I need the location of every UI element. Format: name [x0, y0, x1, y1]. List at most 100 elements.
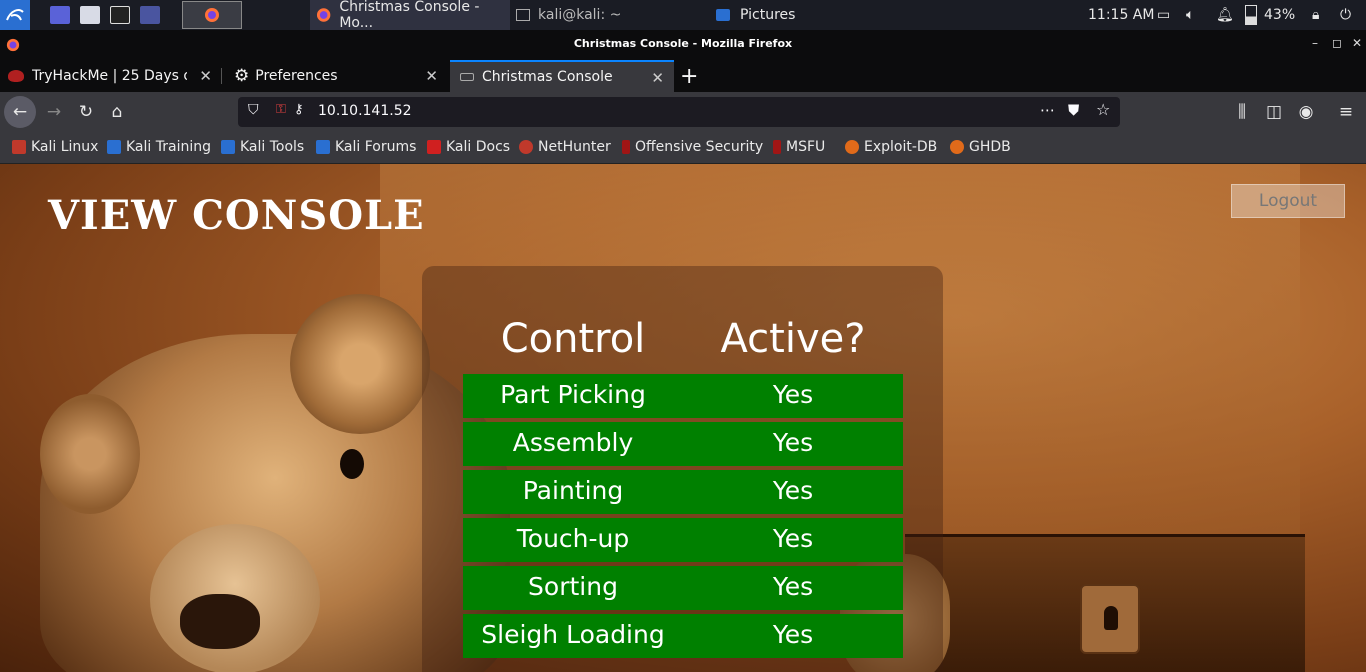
tab-label: Preferences — [255, 68, 338, 84]
column-header-control: Control — [500, 316, 646, 362]
url-bar[interactable]: ⛉ ⚿ ⚷ 10.10.141.52 ⋯ ⛊ ☆ — [238, 97, 1120, 127]
bookmark-label: Kali Training — [126, 139, 211, 155]
minimize-icon[interactable]: – — [1312, 36, 1318, 50]
library-icon[interactable]: ⫼ — [1226, 96, 1258, 128]
tab-tryhackme[interactable]: TryHackMe | 25 Days of C ✕ — [0, 60, 222, 92]
file-manager-icon[interactable] — [80, 6, 100, 24]
screen-recorder-icon[interactable] — [140, 6, 160, 24]
docs-icon — [427, 140, 441, 154]
kali-icon — [316, 140, 330, 154]
power-icon[interactable]: ⏻ — [1340, 0, 1351, 30]
active-status: Yes — [772, 524, 814, 553]
bookmark-kali-tools[interactable]: Kali Tools — [221, 139, 304, 155]
page-content: VIEW CONSOLE Logout Control Active? Part… — [0, 164, 1366, 672]
menu-icon[interactable]: ≡ — [1330, 96, 1362, 128]
table-row: Touch-up Yes — [463, 518, 903, 562]
active-status: Yes — [772, 572, 814, 601]
offsec-icon — [773, 140, 781, 154]
shield-icon[interactable]: ⛉ — [248, 102, 259, 118]
taskbar-window-label: Pictures — [740, 7, 796, 23]
forward-button[interactable]: → — [38, 96, 70, 128]
bookmark-msfu[interactable]: MSFU — [773, 139, 825, 155]
terminal-icon — [516, 9, 530, 21]
bookmark-label: Kali Forums — [335, 139, 417, 155]
thm-icon — [8, 70, 24, 82]
exploit-db-icon — [845, 140, 859, 154]
background-suitcase-lock — [1080, 584, 1140, 654]
firefox-icon — [316, 8, 331, 22]
tab-strip: TryHackMe | 25 Days of C ✕ ⚙ Preferences… — [0, 60, 1366, 92]
active-status: Yes — [772, 620, 814, 649]
logout-button[interactable]: Logout — [1231, 184, 1345, 218]
bookmark-kali-training[interactable]: Kali Training — [107, 139, 211, 155]
close-window-icon[interactable]: ✕ — [1352, 36, 1362, 50]
bookmark-offensive-security[interactable]: Offensive Security — [622, 139, 763, 155]
folder-icon — [716, 9, 730, 21]
back-button[interactable]: ← — [4, 96, 36, 128]
page-title: VIEW CONSOLE — [48, 192, 425, 239]
url-text[interactable]: 10.10.141.52 — [318, 103, 412, 119]
bookmark-nethunter[interactable]: NetHunter — [519, 139, 611, 155]
offsec-icon — [622, 140, 630, 154]
close-tab-icon[interactable]: ✕ — [651, 69, 664, 87]
bookmark-kali-docs[interactable]: Kali Docs — [427, 139, 510, 155]
window-titlebar: Christmas Console - Mozilla Firefox – ◻ … — [0, 30, 1366, 60]
active-status: Yes — [772, 380, 814, 409]
notification-bell-icon[interactable]: 🔔︎ — [1216, 0, 1234, 30]
page-actions-icon[interactable]: ⋯ — [1040, 101, 1055, 119]
table-row: Sleigh Loading Yes — [463, 614, 903, 658]
control-name: Sleigh Loading — [481, 620, 665, 649]
display-icon[interactable]: ▭ — [1157, 0, 1170, 30]
page-icon — [460, 73, 474, 81]
pocket-icon[interactable]: ⛊ — [1068, 101, 1079, 119]
control-name: Sorting — [528, 572, 618, 601]
table-row: Part Picking Yes — [463, 374, 903, 418]
volume-icon[interactable]: 🔈︎ — [1186, 0, 1194, 30]
ghdb-icon — [950, 140, 964, 154]
nethunter-icon — [519, 140, 533, 154]
lock-icon[interactable]: 🔒︎ — [1312, 0, 1319, 30]
bookmark-exploit-db[interactable]: Exploit-DB — [845, 139, 937, 155]
table-row: Painting Yes — [463, 470, 903, 514]
control-name: Painting — [522, 476, 624, 505]
taskbar-window-firefox[interactable]: Christmas Console - Mo... — [310, 0, 510, 31]
background-bear-nose — [180, 594, 260, 649]
key-icon[interactable]: ⚷ — [294, 102, 304, 117]
tab-label: TryHackMe | 25 Days of C — [32, 68, 187, 84]
taskbar-window-pictures[interactable]: Pictures — [712, 0, 852, 30]
control-name: Touch-up — [516, 524, 630, 553]
bookmark-label: Offensive Security — [635, 139, 764, 155]
close-tab-icon[interactable]: ✕ — [425, 67, 438, 85]
bookmark-kali-forums[interactable]: Kali Forums — [316, 139, 416, 155]
firefox-launcher-icon[interactable] — [182, 1, 242, 29]
new-tab-button[interactable]: + — [680, 60, 704, 92]
maximize-icon[interactable]: ◻ — [1332, 36, 1342, 50]
navigation-toolbar: ← → ↻ ⌂ ⛉ ⚿ ⚷ 10.10.141.52 ⋯ ⛊ ☆ ⫼ ◫ ◉ ≡ — [0, 92, 1366, 132]
kali-menu-icon[interactable] — [0, 0, 30, 30]
bookmark-label: Exploit-DB — [864, 139, 938, 155]
table-row: Sorting Yes — [463, 566, 903, 610]
battery-icon[interactable] — [1245, 0, 1257, 30]
reload-button[interactable]: ↻ — [70, 96, 102, 128]
tab-preferences[interactable]: ⚙ Preferences ✕ — [224, 60, 448, 92]
tab-label: Christmas Console — [482, 69, 613, 85]
taskbar-window-label: kali@kali: ~ — [538, 7, 622, 23]
bookmark-label: MSFU — [786, 139, 826, 155]
taskbar-window-label: Christmas Console - Mo... — [339, 0, 480, 31]
account-icon[interactable]: ◉ — [1290, 96, 1322, 128]
bookmark-label: Kali Linux — [31, 139, 99, 155]
insecure-lock-icon[interactable]: ⚿ — [276, 102, 286, 117]
bookmark-kali-linux[interactable]: Kali Linux — [12, 139, 98, 155]
tab-christmas-console[interactable]: Christmas Console ✕ — [450, 60, 674, 92]
taskbar-window-terminal[interactable]: kali@kali: ~ — [512, 0, 712, 30]
bookmark-star-icon[interactable]: ☆ — [1096, 100, 1110, 119]
clock[interactable]: 11:15 AM — [1088, 0, 1154, 30]
app-launcher-icon[interactable] — [50, 6, 70, 24]
home-button[interactable]: ⌂ — [101, 96, 133, 128]
sidebar-icon[interactable]: ◫ — [1258, 96, 1290, 128]
close-tab-icon[interactable]: ✕ — [199, 67, 212, 85]
control-name: Part Picking — [500, 380, 646, 409]
terminal-icon[interactable] — [110, 6, 130, 24]
background-bear-ear — [40, 394, 140, 514]
bookmark-ghdb[interactable]: GHDB — [950, 139, 1011, 155]
